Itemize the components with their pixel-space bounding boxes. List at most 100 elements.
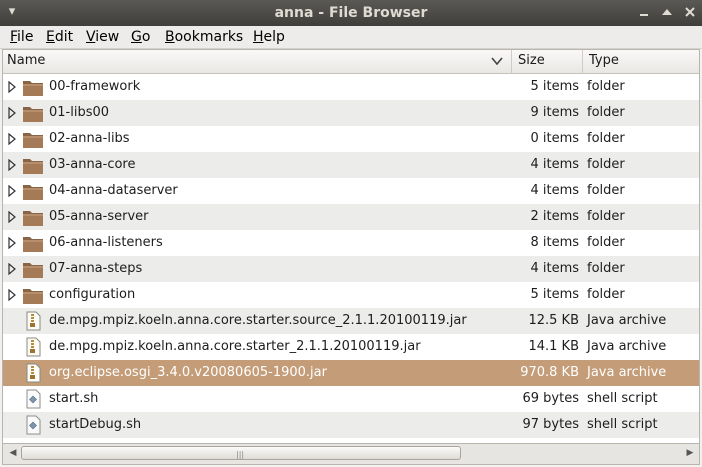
scroll-left-icon[interactable]: ◀ xyxy=(6,446,20,460)
file-size: 9 items xyxy=(530,105,579,120)
file-type: folder xyxy=(587,235,625,250)
file-name: de.mpg.mpiz.koeln.anna.core.starter.sour… xyxy=(49,313,467,328)
menu-go[interactable]: Go xyxy=(130,28,151,46)
file-row[interactable]: 03-anna-core 4 items folder xyxy=(3,152,699,178)
expander-icon[interactable] xyxy=(7,237,17,249)
folder-icon xyxy=(22,155,44,175)
sort-descending-icon xyxy=(491,57,503,66)
minimize-icon[interactable] xyxy=(636,4,652,20)
file-name: startDebug.sh xyxy=(49,417,142,432)
menu-help[interactable]: Help xyxy=(252,28,286,46)
file-size: 4 items xyxy=(530,157,579,172)
menu-bar: File Edit View Go Bookmarks Help xyxy=(0,26,702,49)
file-row[interactable]: 01-libs00 9 items folder xyxy=(3,100,699,126)
column-header-bar: Name Size Type xyxy=(3,50,699,74)
title-bar[interactable]: ▾ anna - File Browser xyxy=(0,0,702,26)
folder-icon xyxy=(22,103,44,123)
file-name: configuration xyxy=(49,287,136,302)
window-title: anna - File Browser xyxy=(274,5,428,21)
folder-icon xyxy=(22,181,44,201)
close-icon[interactable] xyxy=(682,4,698,20)
expander-icon[interactable] xyxy=(7,107,17,119)
file-size: 8 items xyxy=(530,235,579,250)
file-size: 5 items xyxy=(530,287,579,302)
folder-icon xyxy=(22,129,44,149)
file-name: 02-anna-libs xyxy=(49,131,130,146)
file-size: 4 items xyxy=(530,183,579,198)
maximize-icon[interactable] xyxy=(659,4,675,20)
file-name: 04-anna-dataserver xyxy=(49,183,178,198)
archive-icon xyxy=(22,363,44,383)
file-name: 00-framework xyxy=(49,79,141,94)
expander-icon[interactable] xyxy=(7,263,17,275)
file-type: shell script xyxy=(587,417,658,432)
menu-file[interactable]: File xyxy=(9,28,34,46)
file-row[interactable]: de.mpg.mpiz.koeln.anna.core.starter.sour… xyxy=(3,308,699,334)
file-type: Java archive xyxy=(587,339,667,354)
file-row[interactable]: 05-anna-server 2 items folder xyxy=(3,204,699,230)
file-size: 2 items xyxy=(530,209,579,224)
file-row[interactable]: 04-anna-dataserver 4 items folder xyxy=(3,178,699,204)
file-row[interactable]: 06-anna-listeners 8 items folder xyxy=(3,230,699,256)
file-name: 05-anna-server xyxy=(49,209,149,224)
file-row[interactable]: de.mpg.mpiz.koeln.anna.core.starter_2.1.… xyxy=(3,334,699,360)
file-row[interactable]: 02-anna-libs 0 items folder xyxy=(3,126,699,152)
scrollbar-thumb[interactable]: ||| xyxy=(21,446,461,460)
file-type: Java archive xyxy=(587,365,667,380)
folder-icon xyxy=(22,77,44,97)
column-header-type[interactable]: Type xyxy=(582,50,699,73)
expander-icon[interactable] xyxy=(7,185,17,197)
file-name: 06-anna-listeners xyxy=(49,235,163,250)
file-type: folder xyxy=(587,209,625,224)
expander-icon[interactable] xyxy=(7,133,17,145)
file-type: folder xyxy=(587,183,625,198)
archive-icon xyxy=(22,311,44,331)
file-type: folder xyxy=(587,261,625,276)
file-row[interactable]: startDebug.sh 97 bytes shell script xyxy=(3,412,699,438)
expander-icon[interactable] xyxy=(7,159,17,171)
folder-icon xyxy=(22,233,44,253)
file-type: folder xyxy=(587,79,625,94)
file-row[interactable]: 00-framework 5 items folder xyxy=(3,74,699,100)
menu-bookmarks[interactable]: Bookmarks xyxy=(164,28,244,46)
file-size: 69 bytes xyxy=(522,391,580,406)
file-name: 03-anna-core xyxy=(49,157,136,172)
file-name: org.eclipse.osgi_3.4.0.v20080605-1900.ja… xyxy=(49,365,327,380)
horizontal-scrollbar[interactable]: ◀ ||| ▶ xyxy=(2,444,700,465)
file-size: 12.5 KB xyxy=(528,313,579,328)
grip-icon: ||| xyxy=(236,450,245,459)
file-row[interactable]: configuration 5 items folder xyxy=(3,282,699,308)
menu-edit[interactable]: Edit xyxy=(45,28,74,46)
folder-icon xyxy=(22,207,44,227)
file-row[interactable]: start.sh 69 bytes shell script xyxy=(3,386,699,412)
file-name: start.sh xyxy=(49,391,99,406)
script-icon xyxy=(22,389,44,409)
folder-icon xyxy=(22,285,44,305)
file-size: 4 items xyxy=(530,261,579,276)
expander-icon[interactable] xyxy=(7,81,17,93)
column-header-size[interactable]: Size xyxy=(511,50,582,73)
file-browser-window: ▾ anna - File Browser File Edit View Go … xyxy=(0,0,702,467)
file-size: 970.8 KB xyxy=(520,365,579,380)
menu-view[interactable]: View xyxy=(85,28,120,46)
file-name: 01-libs00 xyxy=(49,105,110,120)
file-size: 14.1 KB xyxy=(528,339,579,354)
file-type: Java archive xyxy=(587,313,667,328)
file-name: 07-anna-steps xyxy=(49,261,143,276)
file-list[interactable]: Name Size Type 00-framework 5 items folder… xyxy=(2,49,700,444)
archive-icon xyxy=(22,337,44,357)
file-type: folder xyxy=(587,105,625,120)
expander-icon[interactable] xyxy=(7,289,17,301)
column-header-name[interactable]: Name xyxy=(3,50,511,73)
expander-icon[interactable] xyxy=(7,211,17,223)
file-type: folder xyxy=(587,157,625,172)
script-icon xyxy=(22,415,44,435)
file-size: 97 bytes xyxy=(522,417,580,432)
file-type: shell script xyxy=(587,391,658,406)
file-type: folder xyxy=(587,287,625,302)
scroll-right-icon[interactable]: ▶ xyxy=(683,446,697,460)
file-type: folder xyxy=(587,131,625,146)
file-row[interactable]: org.eclipse.osgi_3.4.0.v20080605-1900.ja… xyxy=(3,360,699,386)
file-row[interactable]: 07-anna-steps 4 items folder xyxy=(3,256,699,282)
file-size: 0 items xyxy=(530,131,579,146)
